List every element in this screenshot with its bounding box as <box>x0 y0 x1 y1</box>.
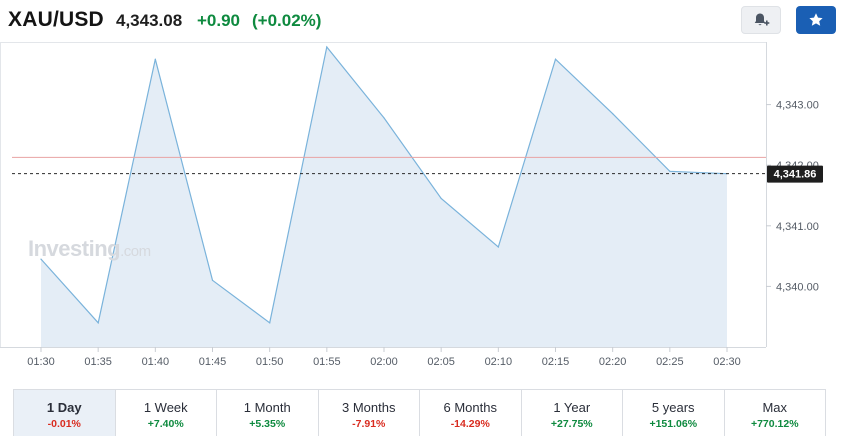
period-label: 1 Year <box>553 400 591 415</box>
period-change: -7.91% <box>352 418 386 430</box>
y-tick-label: 4,343.00 <box>776 100 819 112</box>
period-label: 3 Months <box>342 400 396 415</box>
last-price: 4,343.08 <box>116 11 183 30</box>
x-tick-label: 02:05 <box>427 356 455 368</box>
x-tick-label: 02:10 <box>485 356 513 368</box>
quote-header: XAU/USD 4,343.08 +0.90 (+0.02%) <box>0 0 846 42</box>
period-label: 5 years <box>651 400 695 415</box>
data-point-01:50 <box>269 322 271 324</box>
x-tick-label: 01:35 <box>84 356 112 368</box>
period-selector: 1 Day -0.01% 1 Week +7.40% 1 Month +5.35… <box>13 389 826 436</box>
x-tick-label: 01:55 <box>313 356 341 368</box>
period-tab-1d[interactable]: 1 Day -0.01% <box>14 390 116 436</box>
period-tab-1m[interactable]: 1 Month +5.35% <box>217 390 319 436</box>
data-point-01:40 <box>154 58 156 60</box>
x-tick-label: 02:25 <box>656 356 684 368</box>
data-point-02:25 <box>669 170 671 172</box>
data-point-01:35 <box>97 322 99 324</box>
data-point-02:00 <box>383 117 385 119</box>
period-change: -0.01% <box>47 418 81 430</box>
period-tab-3m[interactable]: 3 Months -7.91% <box>319 390 420 436</box>
price-change: +0.90 <box>197 11 241 30</box>
x-tick-label: 02:15 <box>542 356 570 368</box>
x-tick-label: 02:00 <box>370 356 398 368</box>
x-tick-label: 01:50 <box>256 356 284 368</box>
price-area-fill <box>41 47 727 347</box>
x-tick-label: 01:45 <box>199 356 227 368</box>
period-change: +5.35% <box>249 418 286 430</box>
period-tab-max[interactable]: Max +770.12% <box>725 390 826 436</box>
price-change-percent: (+0.02%) <box>252 11 322 30</box>
x-tick-label: 01:40 <box>142 356 170 368</box>
x-tick-label: 02:20 <box>599 356 627 368</box>
data-point-02:20 <box>612 113 614 115</box>
period-tab-1y[interactable]: 1 Year +27.75% <box>522 390 623 436</box>
star-icon <box>809 13 823 26</box>
data-point-02:05 <box>440 197 442 200</box>
x-tick-label: 01:30 <box>27 356 55 368</box>
period-label: Max <box>762 400 788 415</box>
period-tab-6m[interactable]: 6 Months -14.29% <box>420 390 522 436</box>
add-to-watchlist-button[interactable] <box>796 6 836 34</box>
watermark-brand: Investing <box>28 236 121 261</box>
period-label: 6 Months <box>443 400 497 415</box>
period-tab-1w[interactable]: 1 Week +7.40% <box>116 390 217 436</box>
create-alert-button[interactable] <box>741 6 781 34</box>
data-point-01:55 <box>326 46 328 48</box>
period-change: +151.06% <box>649 418 698 430</box>
period-label: 1 Month <box>243 400 291 415</box>
data-point-02:15 <box>554 58 557 60</box>
instrument-symbol: XAU/USD <box>8 8 104 31</box>
y-tick-label: 4,340.00 <box>776 281 819 293</box>
chart-canvas[interactable]: 4,340.004,341.004,342.004,343.00 01:3001… <box>0 42 846 382</box>
period-tab-5y[interactable]: 5 years +151.06% <box>623 390 725 436</box>
last-price-tag-label: 4,341.86 <box>774 169 817 181</box>
data-point-01:45 <box>211 279 214 281</box>
bell-plus-icon <box>754 13 770 26</box>
data-point-02:10 <box>497 246 499 248</box>
price-chart[interactable]: 4,340.004,341.004,342.004,343.00 01:3001… <box>0 42 846 382</box>
period-change: +770.12% <box>750 418 799 430</box>
period-label: 1 Week <box>143 400 188 415</box>
y-tick-label: 4,341.00 <box>776 221 819 233</box>
period-change: +7.40% <box>147 418 184 430</box>
period-change: -14.29% <box>450 418 490 430</box>
x-tick-label: 02:30 <box>713 356 741 368</box>
period-change: +27.75% <box>550 418 593 430</box>
investing-watermark: Investing.com <box>28 236 151 262</box>
watermark-suffix: .com <box>120 243 151 260</box>
period-label: 1 Day <box>46 400 82 415</box>
